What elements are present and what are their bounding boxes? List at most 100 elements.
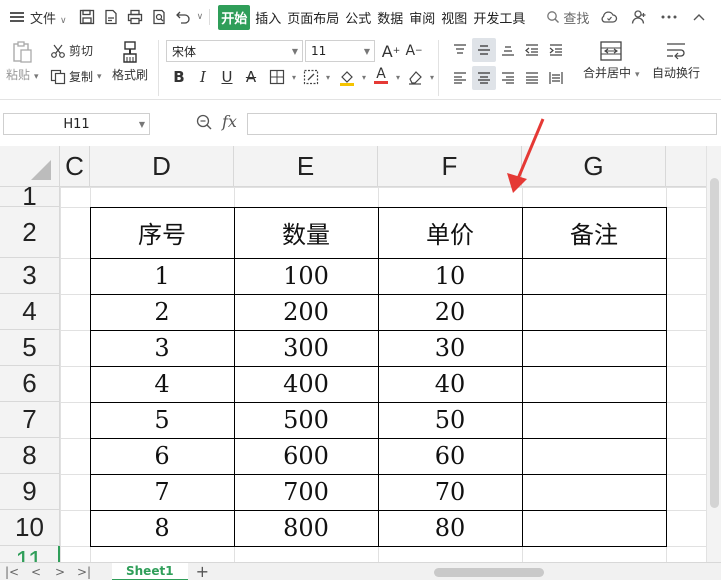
tab-page-layout[interactable]: 页面布局 xyxy=(286,6,340,29)
paste-button[interactable]: 粘贴 ▾ xyxy=(6,40,39,83)
table-cell[interactable]: 300 xyxy=(234,330,378,366)
table-cell[interactable]: 80 xyxy=(378,510,522,546)
row-header-7[interactable]: 7 xyxy=(0,402,60,438)
column-header-f[interactable]: F xyxy=(378,146,522,187)
file-menu[interactable]: 文件 ∨ xyxy=(30,8,67,27)
chevron-down-icon[interactable]: ▾ xyxy=(421,66,443,88)
tab-developer[interactable]: 开发工具 xyxy=(472,6,526,29)
undo-icon[interactable] xyxy=(173,7,193,27)
table-cell[interactable] xyxy=(522,330,666,366)
table-cell[interactable] xyxy=(522,402,666,438)
more-icon[interactable] xyxy=(659,7,679,27)
font-name-select[interactable]: 宋体 ▼ xyxy=(166,40,303,62)
format-painter-button[interactable]: 格式刷 xyxy=(112,40,148,83)
table-cell[interactable] xyxy=(522,294,666,330)
table-cell[interactable] xyxy=(522,510,666,546)
table-cell[interactable] xyxy=(522,258,666,294)
table-cell[interactable]: 700 xyxy=(234,474,378,510)
share-user-icon[interactable] xyxy=(629,7,649,27)
menu-icon[interactable] xyxy=(10,12,24,22)
align-top-icon[interactable] xyxy=(448,38,472,62)
vertical-scrollbar[interactable] xyxy=(706,146,721,562)
add-sheet-icon[interactable]: + xyxy=(196,562,209,580)
table-cell[interactable]: 1 xyxy=(90,258,234,294)
merge-center-button[interactable]: 合并居中 ▾ xyxy=(583,40,640,81)
collapse-ribbon-icon[interactable] xyxy=(689,7,709,27)
prev-sheet-icon[interactable]: < xyxy=(24,565,48,579)
search-button[interactable]: 查找 xyxy=(546,8,589,27)
table-cell[interactable]: 2 xyxy=(90,294,234,330)
align-middle-icon[interactable] xyxy=(472,38,496,62)
print-preview-icon[interactable] xyxy=(149,7,169,27)
table-cell[interactable]: 3 xyxy=(90,330,234,366)
last-sheet-icon[interactable]: >| xyxy=(72,565,96,579)
table-cell[interactable]: 40 xyxy=(378,366,522,402)
table-cell[interactable]: 5 xyxy=(90,402,234,438)
name-box[interactable]: H11 ▼ xyxy=(3,113,150,135)
column-header-d[interactable]: D xyxy=(90,146,234,187)
save-icon[interactable] xyxy=(77,7,97,27)
table-header-cell[interactable]: 序号 xyxy=(90,207,234,258)
wrap-text-button[interactable]: 自动换行 xyxy=(652,40,700,81)
table-cell[interactable]: 800 xyxy=(234,510,378,546)
spreadsheet-grid[interactable]: C D E F G 1 2 3 4 5 6 7 8 9 10 11 序号 数量 单价 备注 1 100 10 2 200 20 3 3… xyxy=(0,146,706,562)
table-cell[interactable]: 7 xyxy=(90,474,234,510)
justify-icon[interactable] xyxy=(520,66,544,90)
row-header-9[interactable]: 9 xyxy=(0,474,60,510)
column-header-c[interactable]: C xyxy=(60,146,90,187)
formula-input[interactable] xyxy=(247,113,717,135)
export-pdf-icon[interactable] xyxy=(101,7,121,27)
table-cell[interactable]: 100 xyxy=(234,258,378,294)
row-header-11[interactable]: 11 xyxy=(0,545,60,562)
row-header-1[interactable]: 1 xyxy=(0,181,60,211)
table-cell[interactable]: 50 xyxy=(378,402,522,438)
table-header-cell[interactable]: 单价 xyxy=(378,207,522,258)
table-cell[interactable]: 4 xyxy=(90,366,234,402)
strikethrough-icon[interactable]: A xyxy=(240,66,262,88)
table-cell[interactable]: 30 xyxy=(378,330,522,366)
row-header-2[interactable]: 2 xyxy=(0,207,60,258)
table-cell[interactable] xyxy=(522,474,666,510)
tab-data[interactable]: 数据 xyxy=(376,6,404,29)
table-cell[interactable]: 400 xyxy=(234,366,378,402)
table-cell[interactable]: 200 xyxy=(234,294,378,330)
decrease-indent-icon[interactable] xyxy=(520,38,544,62)
zoom-search-icon[interactable] xyxy=(196,114,213,134)
distributed-align-icon[interactable] xyxy=(544,66,568,90)
row-header-10[interactable]: 10 xyxy=(0,510,60,546)
cut-button[interactable]: 剪切 xyxy=(50,42,93,59)
first-sheet-icon[interactable]: |< xyxy=(0,565,24,579)
table-cell[interactable]: 20 xyxy=(378,294,522,330)
tab-home[interactable]: 开始 xyxy=(218,4,251,30)
font-size-select[interactable]: 11 ▼ xyxy=(305,40,375,62)
increase-indent-icon[interactable] xyxy=(544,38,568,62)
align-right-icon[interactable] xyxy=(496,66,520,90)
table-cell[interactable]: 8 xyxy=(90,510,234,546)
horizontal-scrollbar[interactable] xyxy=(424,566,692,578)
underline-icon[interactable]: U xyxy=(216,66,238,88)
table-cell[interactable] xyxy=(522,438,666,474)
tab-formulas[interactable]: 公式 xyxy=(344,6,372,29)
insert-function-button[interactable]: fx xyxy=(222,112,237,131)
table-cell[interactable]: 500 xyxy=(234,402,378,438)
cloud-sync-icon[interactable] xyxy=(599,7,619,27)
align-left-icon[interactable] xyxy=(448,66,472,90)
row-header-4[interactable]: 4 xyxy=(0,294,60,330)
row-header-3[interactable]: 3 xyxy=(0,258,60,294)
table-cell[interactable]: 60 xyxy=(378,438,522,474)
scrollbar-thumb[interactable] xyxy=(434,568,544,577)
next-sheet-icon[interactable]: > xyxy=(48,565,72,579)
tab-view[interactable]: 视图 xyxy=(440,6,468,29)
row-header-6[interactable]: 6 xyxy=(0,366,60,402)
table-cell[interactable]: 70 xyxy=(378,474,522,510)
align-center-icon[interactable] xyxy=(472,66,496,90)
tab-review[interactable]: 审阅 xyxy=(408,6,436,29)
table-cell[interactable]: 600 xyxy=(234,438,378,474)
sheet-tab-sheet1[interactable]: Sheet1 xyxy=(112,562,188,580)
decrease-font-icon[interactable]: A − xyxy=(403,40,425,62)
table-cell[interactable] xyxy=(522,366,666,402)
table-cell[interactable]: 6 xyxy=(90,438,234,474)
scrollbar-thumb[interactable] xyxy=(710,178,719,508)
chevron-down-icon[interactable]: ∨ xyxy=(197,12,204,22)
align-bottom-icon[interactable] xyxy=(496,38,520,62)
